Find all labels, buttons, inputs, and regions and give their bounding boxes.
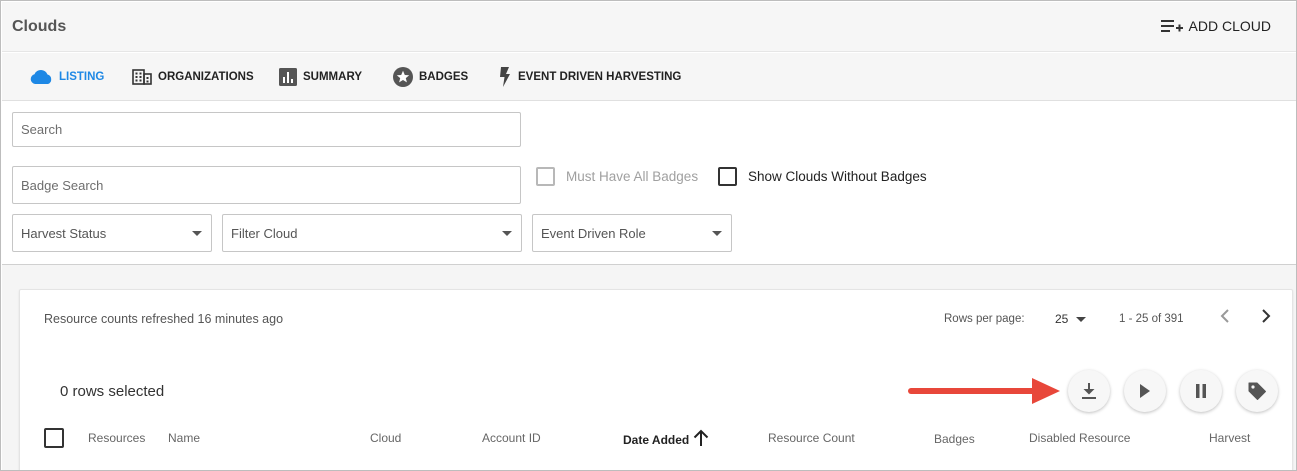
badge-search-input[interactable] <box>12 166 521 204</box>
tab-label: ORGANIZATIONS <box>158 71 254 83</box>
must-have-all-badges-checkbox[interactable]: Must Have All Badges <box>536 167 698 186</box>
pause-icon <box>1195 384 1207 398</box>
search-input[interactable] <box>12 112 521 147</box>
tab-label: LISTING <box>59 71 105 83</box>
select-value: Filter Cloud <box>231 225 298 241</box>
lightning-icon <box>498 67 512 87</box>
tab-organizations[interactable]: ORGANIZATIONS <box>132 53 254 101</box>
clouds-page: Clouds ADD CLOUD LISTING ORGANIZATIONS S… <box>0 0 1297 471</box>
column-header-resource-count[interactable]: Resource Count <box>768 431 855 445</box>
column-header-name[interactable]: Name <box>168 431 200 445</box>
tag-button[interactable] <box>1236 370 1278 412</box>
column-header-badges[interactable]: Badges <box>934 432 975 446</box>
chevron-right-icon <box>1261 308 1271 328</box>
start-harvest-button[interactable] <box>1124 370 1166 412</box>
arrow-up-icon <box>693 429 709 450</box>
tab-listing[interactable]: LISTING <box>29 53 104 101</box>
chevron-left-icon <box>1220 308 1230 328</box>
download-button[interactable] <box>1068 370 1110 412</box>
clouds-table-card: Resource counts refreshed 16 minutes ago… <box>19 289 1293 470</box>
pagination-range: 1 - 25 of 391 <box>1119 313 1184 325</box>
rows-selected-count: 0 rows selected <box>60 383 165 400</box>
checkbox-label: Show Clouds Without Badges <box>748 169 927 184</box>
next-page-button[interactable] <box>1255 307 1277 329</box>
column-header-harvest[interactable]: Harvest <box>1209 431 1250 445</box>
playlist-add-icon <box>1160 18 1183 34</box>
previous-page-button[interactable] <box>1214 307 1236 329</box>
filter-cloud-select[interactable]: Filter Cloud <box>222 214 522 252</box>
checkbox-box[interactable] <box>718 167 737 186</box>
column-header-cloud[interactable]: Cloud <box>370 431 401 445</box>
select-value: Harvest Status <box>21 225 107 241</box>
rows-per-page-value: 25 <box>1055 312 1069 326</box>
download-icon <box>1081 382 1097 400</box>
star-badge-icon <box>393 67 413 87</box>
page-header: Clouds ADD CLOUD <box>2 2 1296 52</box>
add-cloud-button[interactable]: ADD CLOUD <box>1160 18 1271 34</box>
column-header-resources[interactable]: Resources <box>88 431 145 445</box>
tab-label: BADGES <box>419 71 469 83</box>
harvest-status-select[interactable]: Harvest Status <box>12 214 212 252</box>
refresh-status: Resource counts refreshed 16 minutes ago <box>44 312 284 326</box>
building-icon <box>132 69 152 85</box>
select-value: Event Driven Role <box>541 225 646 241</box>
play-icon <box>1139 384 1151 398</box>
dropdown-arrow-icon <box>1076 316 1087 322</box>
cloud-icon <box>29 69 53 85</box>
dropdown-arrow-icon <box>502 231 512 236</box>
annotation-arrow <box>908 376 1068 411</box>
rows-per-page-select[interactable]: 25 <box>1055 312 1087 326</box>
show-clouds-without-badges-checkbox[interactable]: Show Clouds Without Badges <box>718 167 927 186</box>
page-title: Clouds <box>12 18 67 35</box>
column-header-date-added[interactable]: Date Added <box>623 429 709 450</box>
column-header-account-id[interactable]: Account ID <box>482 431 541 445</box>
bar-chart-icon <box>279 68 297 86</box>
add-cloud-label: ADD CLOUD <box>1188 18 1271 34</box>
dropdown-arrow-icon <box>192 231 202 236</box>
event-driven-role-select[interactable]: Event Driven Role <box>532 214 732 252</box>
column-header-label: Date Added <box>623 432 690 447</box>
checkbox-box[interactable] <box>536 167 555 186</box>
column-header-disabled-resource[interactable]: Disabled Resource <box>1029 431 1130 445</box>
tab-event-driven-harvesting[interactable]: EVENT DRIVEN HARVESTING <box>498 53 681 101</box>
checkbox-label: Must Have All Badges <box>566 169 699 184</box>
tab-label: SUMMARY <box>303 71 362 83</box>
tab-bar: LISTING ORGANIZATIONS SUMMARY BADGES EVE… <box>2 53 1296 101</box>
tab-summary[interactable]: SUMMARY <box>279 53 362 101</box>
pause-harvest-button[interactable] <box>1180 370 1222 412</box>
tag-icon <box>1247 381 1267 401</box>
tab-label: EVENT DRIVEN HARVESTING <box>518 71 682 83</box>
tab-badges[interactable]: BADGES <box>393 53 468 101</box>
select-all-checkbox[interactable] <box>44 428 64 448</box>
dropdown-arrow-icon <box>712 231 722 236</box>
rows-per-page-label: Rows per page: <box>944 313 1025 325</box>
